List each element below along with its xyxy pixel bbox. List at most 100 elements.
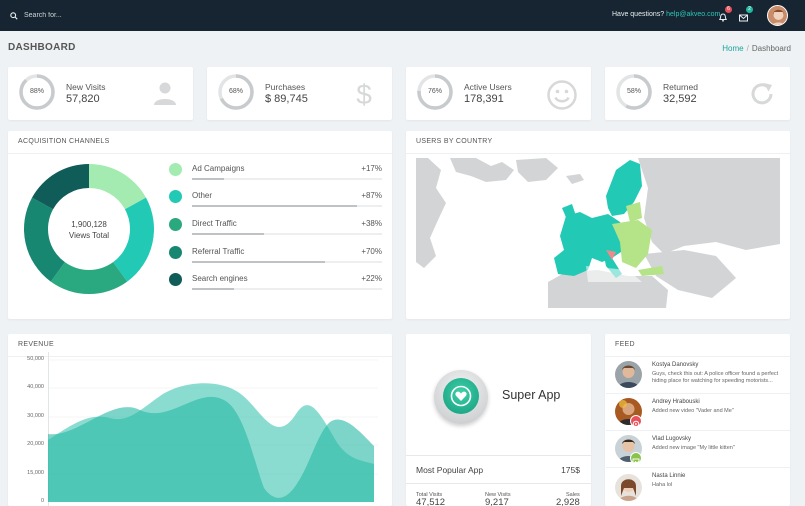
y-axis-tick: 20,000 xyxy=(27,441,44,447)
stat-value: $ 89,745 xyxy=(265,93,308,105)
stat-card-purchases: 68% Purchases $ 89,745 $ xyxy=(207,67,392,120)
app-stat-value: 2,928 xyxy=(556,497,580,506)
stat-percent: 76% xyxy=(427,88,442,95)
y-axis-tick: 30,000 xyxy=(27,413,44,419)
card-divider xyxy=(406,153,790,154)
donut-slice[interactable] xyxy=(50,262,128,294)
channel-color-dot xyxy=(169,163,182,176)
feed-author[interactable]: Vlad Lugovsky xyxy=(652,436,691,442)
feed-item[interactable]: Andrey Hrabouski Added new video "Vader … xyxy=(606,394,790,431)
feed-item[interactable]: Nasta Linnie Haha lol xyxy=(606,468,790,505)
channel-color-dot xyxy=(169,273,182,286)
donut-center-label: 1,900,128 Views Total xyxy=(54,219,124,241)
channel-bar-track xyxy=(192,178,382,180)
channel-row: Referral Traffic +70% xyxy=(164,246,382,272)
stat-value: 178,391 xyxy=(464,93,504,105)
channel-bar-track xyxy=(192,288,382,290)
card-title: ACQUISITION CHANNELS xyxy=(18,138,110,145)
y-axis-tick: 15,000 xyxy=(27,470,44,476)
channel-row: Direct Traffic +38% xyxy=(164,218,382,244)
svg-text:$: $ xyxy=(356,79,372,109)
image-badge-icon xyxy=(630,452,642,464)
channel-color-dot xyxy=(169,246,182,259)
person-photo-icon xyxy=(615,474,642,501)
feed-avatar xyxy=(615,361,642,388)
video-badge-icon xyxy=(630,415,642,428)
channel-bar-fill xyxy=(192,288,234,290)
breadcrumb: Home / Dashboard xyxy=(722,44,791,53)
app-icon-face xyxy=(443,378,479,414)
channel-change: +70% xyxy=(361,247,382,256)
feed-text: Added new image "My little kitten" xyxy=(652,445,735,451)
feed-avatar xyxy=(615,474,642,501)
stat-percent: 58% xyxy=(626,88,641,95)
revenue-area-chart xyxy=(48,352,378,506)
search-input[interactable] xyxy=(24,9,174,22)
breadcrumb-separator: / xyxy=(746,44,749,53)
feed-item[interactable]: Kostya Danovsky Guys, check this out: A … xyxy=(606,357,790,394)
channel-name: Ad Campaigns xyxy=(192,164,245,173)
dollar-icon: $ xyxy=(356,79,372,109)
channel-bar-fill xyxy=(192,205,358,207)
channel-bar-track xyxy=(192,261,382,263)
search-icon[interactable] xyxy=(10,11,18,20)
breadcrumb-home-link[interactable]: Home xyxy=(722,44,743,53)
stat-card-new-visits: 88% New Visits 57,820 xyxy=(8,67,193,120)
smiley-icon xyxy=(547,80,577,110)
user-avatar[interactable] xyxy=(767,5,788,26)
card-title: FEED xyxy=(615,341,635,348)
world-map[interactable] xyxy=(416,158,780,308)
envelope-icon xyxy=(739,14,748,22)
feed-author[interactable]: Nasta Linnie xyxy=(652,473,685,479)
notifications-button[interactable]: 6 xyxy=(719,6,732,27)
stat-card-returned: 58% Returned 32,592 xyxy=(605,67,790,120)
app-stat-total-visits: Total Visits 47,512 xyxy=(416,492,445,506)
stat-card-active-users: 76% Active Users 178,391 xyxy=(406,67,591,120)
app-divider xyxy=(406,483,591,484)
app-stat-sales: Sales 2,928 xyxy=(556,492,580,506)
y-axis-tick: 0 xyxy=(40,498,44,504)
channel-row: Search engines +22% xyxy=(164,273,382,299)
person-photo-icon xyxy=(615,361,642,388)
channel-bar-fill xyxy=(192,178,225,180)
most-popular-value: 175$ xyxy=(561,465,580,475)
bell-icon xyxy=(719,13,727,22)
stat-percent: 88% xyxy=(29,88,44,95)
channel-name: Direct Traffic xyxy=(192,219,237,228)
stat-value: 57,820 xyxy=(66,93,100,105)
feed-author[interactable]: Kostya Danovsky xyxy=(652,362,698,368)
channel-color-dot xyxy=(169,190,182,203)
channel-color-dot xyxy=(169,218,182,231)
channel-bar-track xyxy=(192,205,382,207)
top-navbar: Have questions? help@akveo.com 6 2 xyxy=(0,0,805,31)
messages-badge: 2 xyxy=(746,6,753,13)
channel-change: +17% xyxy=(361,164,382,173)
card-divider xyxy=(8,153,392,154)
stat-value: 32,592 xyxy=(663,93,697,105)
channel-row: Ad Campaigns +17% xyxy=(164,163,382,189)
channel-change: +87% xyxy=(361,191,382,200)
app-stat-value: 47,512 xyxy=(416,497,446,506)
messages-button[interactable]: 2 xyxy=(739,6,753,27)
views-total-value: 1,900,128 xyxy=(71,220,107,229)
stat-label: Returned xyxy=(663,82,698,92)
app-name: Super App xyxy=(502,388,561,402)
stat-label: Purchases xyxy=(265,82,306,92)
revenue-area-front xyxy=(48,396,374,502)
most-popular-row: Most Popular App 175$ xyxy=(406,455,591,483)
search-box[interactable] xyxy=(10,9,174,22)
feed-text: Added new video "Vader and Me" xyxy=(652,408,734,414)
y-axis-tick: 40,000 xyxy=(27,384,44,390)
feed-author[interactable]: Andrey Hrabouski xyxy=(652,399,700,405)
support-email-link[interactable]: help@akveo.com xyxy=(666,11,720,18)
feed-item[interactable]: Vlad Lugovsky Added new image "My little… xyxy=(606,431,790,468)
stat-label: Active Users xyxy=(464,82,512,92)
feed-text: Guys, check this out: A police officer f… xyxy=(652,371,779,384)
app-stat-value: 9,217 xyxy=(485,497,509,506)
channel-name: Referral Traffic xyxy=(192,247,245,256)
channel-bar-fill xyxy=(192,261,325,263)
map-land-russia xyxy=(638,158,780,254)
heart-icon xyxy=(450,385,472,407)
app-icon-button[interactable] xyxy=(434,370,488,424)
refresh-icon xyxy=(751,83,773,105)
